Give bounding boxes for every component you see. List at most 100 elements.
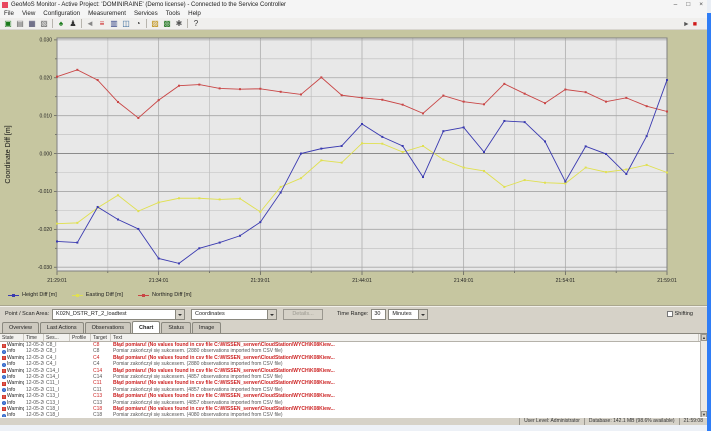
warning-icon: ! xyxy=(2,382,6,386)
warning-icon: ! xyxy=(2,395,6,399)
clock-icon[interactable]: ◔ xyxy=(132,18,144,29)
svg-text:Coordinate Diff [m]: Coordinate Diff [m] xyxy=(5,125,12,183)
palette-icon[interactable]: ▨ xyxy=(149,18,161,29)
menu-tools[interactable]: Tools xyxy=(162,9,184,18)
svg-text:-0.030: -0.030 xyxy=(38,265,52,271)
view-type-combobox[interactable]: Coordinates xyxy=(191,309,277,320)
legend-label: Height Diff [m] xyxy=(22,292,57,298)
flag-icon[interactable]: ◄ xyxy=(84,18,96,29)
menu-configuration[interactable]: Configuration xyxy=(39,9,84,18)
point-icon[interactable]: ♟ xyxy=(67,18,79,29)
database-status: Database: 142.1 MB (98.6% available) xyxy=(584,418,679,425)
menu-file[interactable]: File xyxy=(0,9,18,18)
help-key-icon[interactable]: ? xyxy=(190,18,202,29)
menu-measurement[interactable]: Measurement xyxy=(84,9,130,18)
app-window: GeoMoS Monitor - Active Project: 'DOMINI… xyxy=(0,0,707,425)
controls-row: Point / Scan Area: K02N_DSTR_RT_2_loadte… xyxy=(0,306,707,321)
limits-icon[interactable]: ≡ xyxy=(96,18,108,29)
tab-status[interactable]: Status xyxy=(161,322,191,333)
info-icon: i xyxy=(2,363,6,367)
run-icon[interactable]: ► xyxy=(683,21,690,28)
svg-text:21:44:01: 21:44:01 xyxy=(352,278,372,284)
tab-overview[interactable]: Overview xyxy=(2,322,39,333)
svg-text:0.020: 0.020 xyxy=(39,76,52,82)
toolbar-separator xyxy=(81,19,82,28)
table-scrollbar[interactable]: ▲ ▼ xyxy=(700,334,707,417)
svg-text:21:59:01: 21:59:01 xyxy=(657,278,677,284)
chevron-down-icon[interactable] xyxy=(175,310,184,319)
chevron-down-icon[interactable] xyxy=(267,310,276,319)
svg-text:0.030: 0.030 xyxy=(39,38,52,44)
toolbar: ▣▤▦▧ ♠♟ ◄≡▥◫◔ ▨▩✱? ► ■ xyxy=(0,18,707,30)
menu-services[interactable]: Services xyxy=(130,9,162,18)
svg-text:-0.010: -0.010 xyxy=(38,189,52,195)
legend-item: Northing Diff [m] xyxy=(138,292,192,298)
new-project-icon[interactable]: ▣ xyxy=(2,18,14,29)
legend-label: Easting Diff [m] xyxy=(86,292,123,298)
user-level-status: User Level: Administrator xyxy=(519,418,584,425)
chart-legend: Height Diff [m] Easting Diff [m] Northing … xyxy=(8,292,192,298)
point-scan-value: K02N_DSTR_RT_2_loadtest xyxy=(56,311,127,317)
tab-image[interactable]: Image xyxy=(192,322,221,333)
legend-item: Height Diff [m] xyxy=(8,292,57,298)
tab-observations[interactable]: Observations xyxy=(85,322,131,333)
column-header-state[interactable]: State xyxy=(0,334,24,341)
menu-bar: FileViewConfigurationMeasurementServices… xyxy=(0,9,707,18)
column-header-time[interactable]: Time xyxy=(24,334,44,341)
monitor-icon[interactable]: ▥ xyxy=(108,18,120,29)
preview-icon[interactable]: ▧ xyxy=(38,18,50,29)
view-type-value: Coordinates xyxy=(195,311,225,317)
export-icon[interactable]: ▩ xyxy=(161,18,173,29)
chart-icon[interactable]: ◫ xyxy=(120,18,132,29)
app-icon xyxy=(2,2,8,8)
title-bar: GeoMoS Monitor - Active Project: 'DOMINI… xyxy=(0,0,707,9)
legend-item: Easting Diff [m] xyxy=(72,292,123,298)
maximize-button[interactable]: □ xyxy=(686,0,690,9)
copy-icon[interactable]: ▤ xyxy=(14,18,26,29)
clock-status: 21:59:08 xyxy=(679,418,707,425)
warning-icon: ! xyxy=(2,407,6,411)
minimize-button[interactable]: – xyxy=(674,0,678,9)
shifting-label: Shifting xyxy=(675,311,693,317)
legend-marker-icon xyxy=(138,293,149,298)
status-empty-segment xyxy=(0,418,519,425)
time-range-input[interactable]: 30 xyxy=(371,309,386,320)
svg-text:21:39:01: 21:39:01 xyxy=(251,278,271,284)
tab-last-actions[interactable]: Last Actions xyxy=(40,322,84,333)
stop-icon[interactable]: ■ xyxy=(693,21,697,28)
svg-text:21:34:01: 21:34:01 xyxy=(149,278,169,284)
info-icon: i xyxy=(2,375,6,379)
chart-panel: 0.0300.0200.0100.000-0.010-0.020-0.03021… xyxy=(0,30,707,306)
column-header-ses[interactable]: Ses... xyxy=(44,334,70,341)
coordinate-diff-chart: 0.0300.0200.0100.000-0.010-0.020-0.03021… xyxy=(0,30,707,288)
point-scan-label: Point / Scan Area: xyxy=(5,311,49,317)
column-header-profile[interactable]: Profile xyxy=(70,334,91,341)
svg-text:21:29:01: 21:29:01 xyxy=(47,278,67,284)
desktop-edge-strip xyxy=(707,13,711,431)
close-button[interactable]: × xyxy=(699,0,703,9)
svg-text:21:54:01: 21:54:01 xyxy=(556,278,576,284)
column-header-target[interactable]: Target xyxy=(91,334,111,341)
warning-icon: ! xyxy=(2,369,6,373)
chevron-down-icon[interactable] xyxy=(418,310,427,319)
sensor-icon[interactable]: ♠ xyxy=(55,18,67,29)
menu-view[interactable]: View xyxy=(18,9,39,18)
tab-chart[interactable]: Chart xyxy=(132,321,160,333)
legend-marker-icon xyxy=(72,293,83,298)
toolbar-separator xyxy=(187,19,188,28)
desktop-bottom-strip xyxy=(0,425,711,431)
column-header-text[interactable]: Text xyxy=(111,334,699,341)
details-button[interactable]: Details... xyxy=(283,309,323,320)
info-icon: i xyxy=(2,350,6,354)
tools-icon[interactable]: ✱ xyxy=(173,18,185,29)
legend-label: Northing Diff [m] xyxy=(152,292,192,298)
time-unit-combobox[interactable]: Minutes xyxy=(388,309,428,320)
point-scan-combobox[interactable]: K02N_DSTR_RT_2_loadtest xyxy=(52,309,185,320)
print-icon[interactable]: ▦ xyxy=(26,18,38,29)
shifting-checkbox[interactable] xyxy=(667,311,673,317)
window-title: GeoMoS Monitor - Active Project: 'DOMINI… xyxy=(11,2,286,8)
menu-help[interactable]: Help xyxy=(184,9,205,18)
warning-icon: ! xyxy=(2,344,6,348)
tab-bar: OverviewLast ActionsObservationsChartSta… xyxy=(2,321,705,333)
table-header: StateTimeSes...ProfileTargetText xyxy=(0,334,707,342)
